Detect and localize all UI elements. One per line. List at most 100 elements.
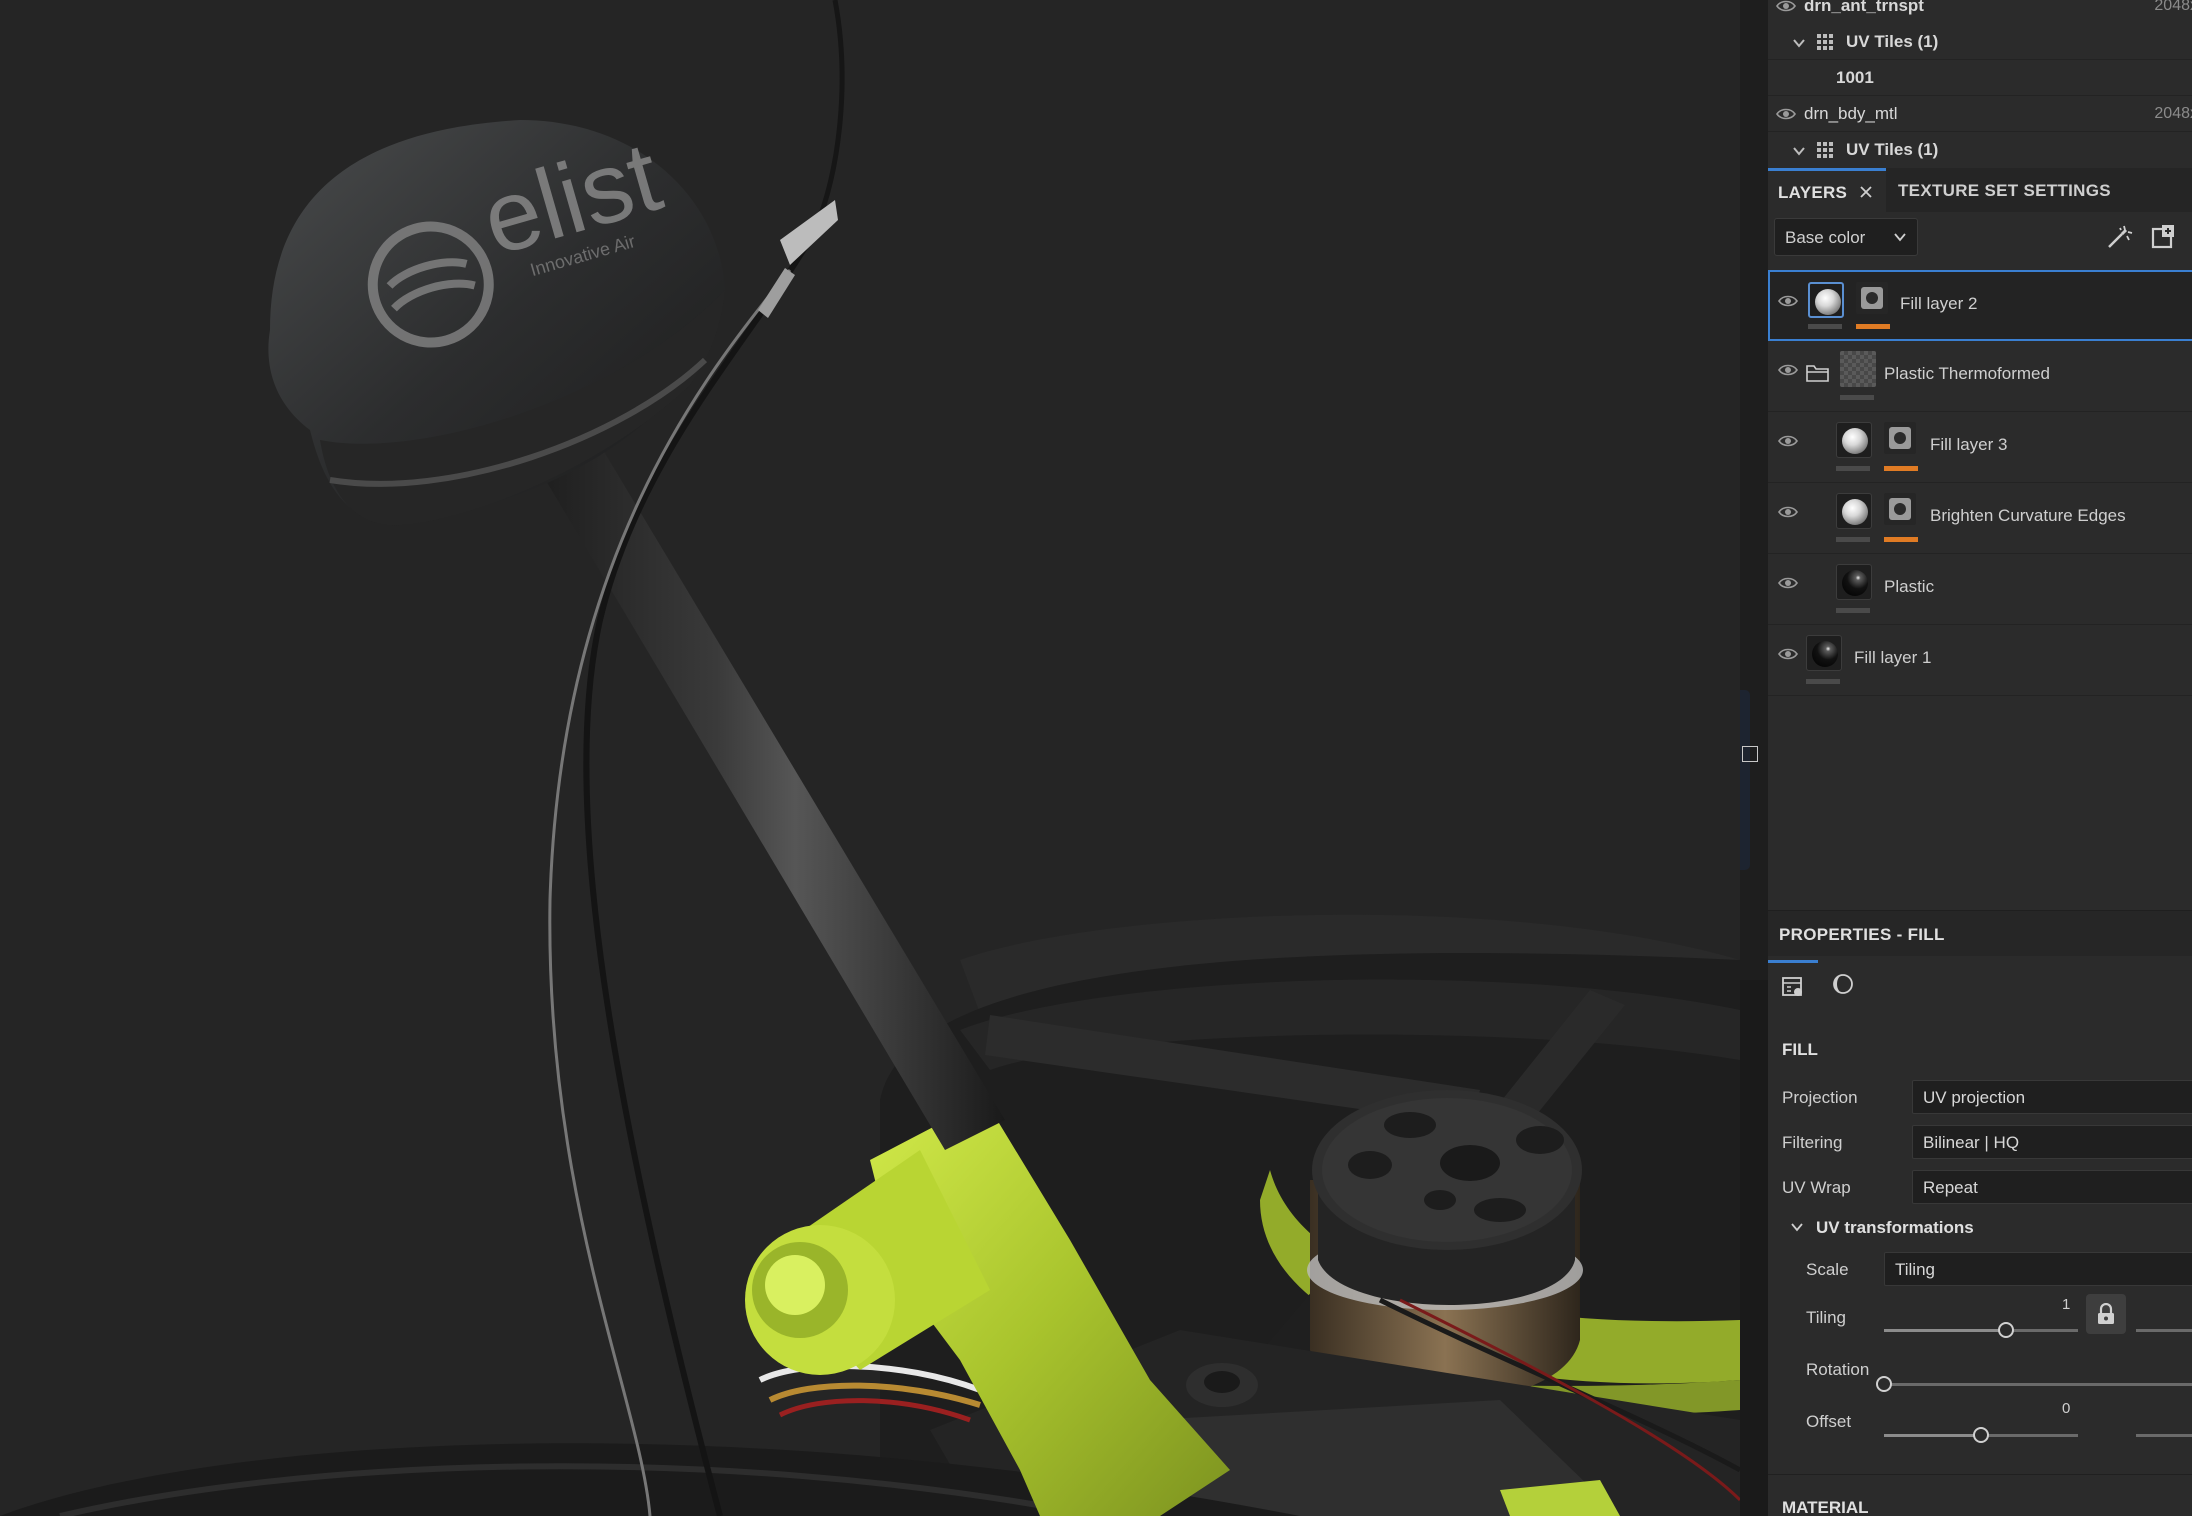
layer-thumbnail[interactable] (1836, 493, 1872, 529)
eye-icon[interactable] (1778, 363, 1798, 377)
eye-icon[interactable] (1778, 505, 1798, 519)
magic-wand-icon[interactable] (2104, 222, 2134, 252)
eye-icon[interactable] (1778, 294, 1798, 308)
uv-tiles-row[interactable]: UV Tiles (1) (1768, 132, 2192, 168)
uv-wrap-select[interactable]: Repeat (1912, 1170, 2192, 1204)
right-panel: drn_ant_trnspt 2048x UV Tiles (1) 1001 d… (1768, 0, 2192, 1516)
channel-bar (1836, 537, 1870, 542)
eye-icon[interactable] (1776, 0, 1796, 13)
layer-name: Fill layer 1 (1854, 648, 1932, 667)
layer-fill-layer-1[interactable]: Fill layer 1 (1768, 625, 2192, 696)
eye-icon[interactable] (1776, 107, 1796, 121)
offset-slider-knob[interactable] (1973, 1427, 1989, 1443)
mask-thumbnail[interactable] (1856, 282, 1888, 314)
texture-set-resolution: 2048x (2154, 104, 2192, 122)
material-section-title: MATERIAL (1782, 1498, 1869, 1516)
splitter-lower (1740, 980, 1768, 1516)
channel-bar (1840, 395, 1874, 400)
add-layer-icon[interactable] (2148, 222, 2178, 252)
fill-properties-icon (1782, 977, 1802, 996)
layer-stack: Fill layer 2 Plastic Thermoformed Fill l… (1768, 270, 2192, 696)
layer-name: Fill layer 3 (1930, 435, 2008, 454)
offset-value: 0 (2062, 1400, 2071, 1417)
tiling-value: 1 (2062, 1296, 2071, 1313)
eye-icon[interactable] (1778, 434, 1798, 448)
tiling-slider-fill (1884, 1329, 2007, 1332)
tab-layers-label: LAYERS (1778, 183, 1848, 202)
panel-splitter[interactable] (1740, 0, 1768, 1516)
layer-plastic[interactable]: Plastic (1768, 554, 2192, 625)
3d-viewport[interactable]: elist Innovative Air (0, 0, 1740, 1516)
uv-tile-id: 1001 (1836, 67, 1874, 87)
layer-thumbnail[interactable] (1836, 422, 1872, 458)
uv-wrap-label: UV Wrap (1782, 1178, 1851, 1197)
tab-texture-set-settings-label: TEXTURE SET SETTINGS (1898, 181, 2111, 200)
layer-fill-layer-2[interactable]: Fill layer 2 (1768, 270, 2192, 341)
layer-name: Plastic (1884, 577, 1935, 596)
properties-tabs (1768, 960, 2192, 1006)
mask-bar (1884, 466, 1918, 471)
folder-thumbnail (1840, 351, 1876, 387)
maximize-icon[interactable] (1742, 746, 1758, 762)
eye-icon[interactable] (1778, 576, 1798, 590)
eye-icon[interactable] (1778, 647, 1798, 661)
projection-value: UV projection (1923, 1088, 2026, 1107)
lock-ratio-button[interactable] (2086, 1294, 2126, 1334)
tiling-v-slider[interactable] (2136, 1329, 2192, 1332)
texture-set-resolution: 2048x (2154, 0, 2192, 14)
layer-name: Fill layer 2 (1900, 294, 1978, 313)
filtering-value: Bilinear | HQ (1923, 1133, 2020, 1152)
uv-tiles-label: UV Tiles (1) (1846, 31, 1939, 51)
channel-bar (1808, 324, 1842, 329)
rotation-label: Rotation (1806, 1360, 1870, 1379)
offset-v-slider[interactable] (2136, 1434, 2192, 1437)
uv-tile-1001[interactable]: 1001 (1768, 60, 2192, 96)
texture-set-drn-ant-trnspt[interactable]: drn_ant_trnspt 2048x (1768, 0, 2192, 24)
uv-transformations-title[interactable]: UV transformations (1816, 1218, 1974, 1238)
tab-material-properties[interactable] (1818, 960, 1868, 1006)
properties-header: PROPERTIES - FILL (1768, 910, 2192, 956)
projection-select[interactable]: UV projection (1912, 1080, 2192, 1114)
fill-section-title: FILL (1782, 1040, 1818, 1059)
lock-icon (2098, 1303, 2114, 1324)
close-icon[interactable] (1858, 184, 1874, 200)
splitter-track (1740, 690, 1750, 870)
uv-tiles-label: UV Tiles (1) (1846, 140, 1939, 159)
tab-layers[interactable]: LAYERS (1768, 168, 1886, 212)
texture-set-drn-bdy-mtl[interactable]: drn_bdy_mtl 2048x (1768, 96, 2192, 132)
folder-icon[interactable] (1806, 363, 1830, 383)
layer-name: Brighten Curvature Edges (1930, 506, 2126, 525)
tiling-slider-knob[interactable] (1998, 1322, 2015, 1338)
scale-label: Scale (1806, 1260, 1849, 1279)
offset-label: Offset (1806, 1412, 1852, 1431)
channel-select-value: Base color (1785, 228, 1866, 247)
tab-fill-properties[interactable] (1768, 960, 1818, 1006)
mask-thumbnail[interactable] (1884, 493, 1916, 525)
channel-bar (1836, 608, 1870, 613)
layer-fill-layer-3[interactable]: Fill layer 3 (1768, 412, 2192, 483)
uv-tiles-row[interactable]: UV Tiles (1) (1768, 24, 2192, 60)
offset-slider[interactable] (1884, 1427, 2078, 1443)
chevron-down-icon[interactable] (1792, 36, 1806, 50)
layer-brighten-curvature-edges[interactable]: Brighten Curvature Edges (1768, 483, 2192, 554)
drone-model-render: elist Innovative Air (0, 0, 1740, 1516)
grid-icon (1817, 34, 1833, 50)
rotation-slider[interactable] (1876, 1376, 2192, 1392)
layer-folder-plastic-thermoformed[interactable]: Plastic Thermoformed (1768, 341, 2192, 412)
chevron-down-icon[interactable] (1790, 1221, 1804, 1233)
scale-select[interactable]: Tiling (1884, 1252, 2192, 1286)
mask-thumbnail[interactable] (1884, 422, 1916, 454)
channel-select[interactable]: Base color (1774, 218, 1918, 256)
rotation-slider-knob[interactable] (1876, 1376, 1892, 1392)
layer-thumbnail[interactable] (1808, 282, 1844, 318)
filtering-label: Filtering (1782, 1133, 1843, 1152)
offset-slider-fill (1884, 1434, 1981, 1437)
layer-thumbnail[interactable] (1836, 564, 1872, 600)
texture-set-name: drn_ant_trnspt (1804, 0, 1924, 15)
mask-bar (1884, 537, 1918, 542)
tiling-slider[interactable] (1884, 1322, 2078, 1338)
layer-thumbnail[interactable] (1806, 635, 1842, 671)
filtering-select[interactable]: Bilinear | HQ (1912, 1125, 2192, 1159)
texture-set-name: drn_bdy_mtl (1804, 103, 1898, 123)
chevron-down-icon[interactable] (1792, 144, 1806, 158)
